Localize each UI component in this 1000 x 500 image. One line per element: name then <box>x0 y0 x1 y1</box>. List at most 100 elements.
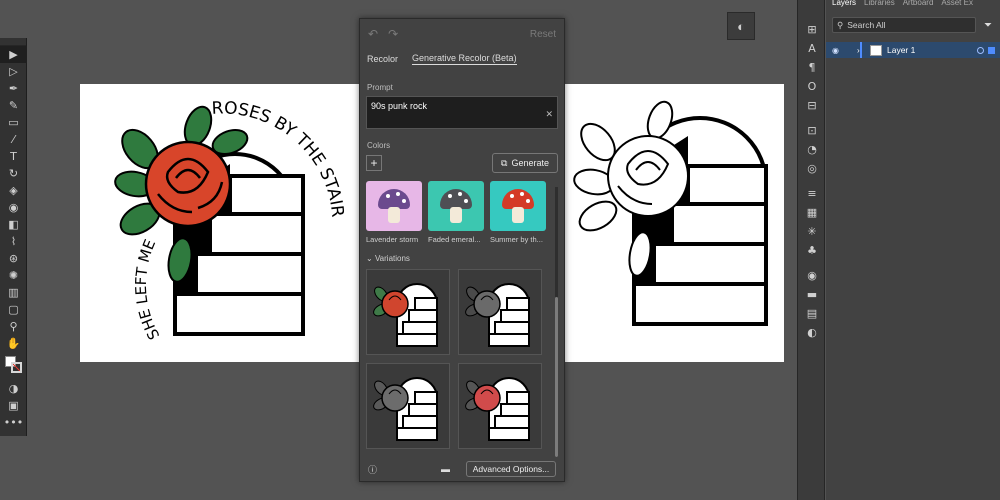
fill-stroke-swatches[interactable] <box>0 352 26 380</box>
search-icon: ⚲ <box>837 19 844 30</box>
brushes-icon[interactable]: ✳ <box>798 222 826 241</box>
advanced-options-button[interactable]: Advanced Options... <box>466 461 556 477</box>
swatches-icon[interactable]: ▦ <box>798 203 826 222</box>
align-icon[interactable]: ⊟ <box>798 96 826 115</box>
cap-dot <box>448 194 452 198</box>
variation-thumbnail[interactable] <box>458 363 542 449</box>
transparency-icon[interactable]: ◔ <box>798 140 826 159</box>
rotate-tool[interactable]: ↻ <box>0 165 27 182</box>
eraser-tool[interactable]: ◈ <box>0 182 27 199</box>
target-icon[interactable] <box>977 46 984 54</box>
generate-label: Generate <box>511 158 549 168</box>
pen-tool[interactable]: ✒ <box>0 80 27 97</box>
layer-thumbnail <box>870 44 882 56</box>
opentype-icon[interactable]: O <box>798 77 826 96</box>
rectangle-tool[interactable]: ▭ <box>0 114 27 131</box>
tab-artboard[interactable]: Artboard <box>903 0 934 10</box>
variation-preview <box>465 283 530 347</box>
color-guide-icon[interactable]: ◉ <box>798 266 826 285</box>
direct-selection-tool[interactable]: ▷ <box>0 63 27 80</box>
variations-scrollbar[interactable] <box>555 187 558 457</box>
pathfinder-icon[interactable]: ⊡ <box>798 121 826 140</box>
layer-row[interactable]: ◉ › Layer 1 <box>826 42 1000 58</box>
variation-thumbnail[interactable] <box>366 363 450 449</box>
artwork-subtitle-curve: SHE LEFT ME <box>132 237 164 343</box>
symbols-icon[interactable]: ♣ <box>798 241 826 260</box>
generate-icon: ⧉ <box>501 157 508 168</box>
layer-name[interactable]: Layer 1 <box>887 45 915 55</box>
sample-thumbnail <box>428 181 484 231</box>
cap-dot <box>458 192 462 196</box>
gradient-icon[interactable]: ▤ <box>798 304 826 323</box>
type-tool[interactable]: T <box>0 148 27 165</box>
more-tools-icon[interactable]: ••• <box>0 414 27 431</box>
folder-icon[interactable]: ▬ <box>441 464 450 474</box>
tab-recolor[interactable]: Recolor <box>367 54 398 64</box>
character-icon[interactable]: A <box>798 39 826 58</box>
floating-panel-icon[interactable]: ◐ <box>727 12 755 40</box>
sample-caption: Summer by th... <box>490 235 543 244</box>
curvature-tool[interactable]: ✎ <box>0 97 27 114</box>
zoom-tool[interactable]: ⚲ <box>0 318 27 335</box>
panel-icon-strip: ⊞ A ¶ O ⊟ ⊡ ◔ ◎ ≡ ▦ ✳ ♣ ◉ ▬ ▤ ◐ <box>797 0 825 500</box>
gradient-tool[interactable]: ◧ <box>0 216 27 233</box>
recolor-panel: ↶ ↷ Reset Recolor Generative Recolor (Be… <box>359 18 565 482</box>
cap-dot <box>396 192 400 196</box>
symbol-sprayer-tool[interactable]: ✺ <box>0 267 27 284</box>
column-graph-tool[interactable]: ▥ <box>0 284 27 301</box>
artboard-lineart <box>560 84 784 362</box>
sample-thumbnail <box>490 181 546 231</box>
generate-button[interactable]: ⧉ Generate <box>492 153 558 173</box>
tab-asset-ex[interactable]: Asset Ex <box>941 0 973 10</box>
appearance-icon[interactable]: ◎ <box>798 159 826 178</box>
layers-icon[interactable]: ◐ <box>798 323 826 342</box>
undo-icon[interactable]: ↶ <box>368 27 378 41</box>
filter-icon[interactable]: ⏷ <box>982 20 994 31</box>
sample-prompt-card[interactable]: Summer by th... <box>490 181 546 244</box>
paintbrush-tool[interactable]: ⁄ <box>0 131 27 148</box>
graphic-styles-icon[interactable]: ≡ <box>798 184 826 203</box>
mushroom-stem <box>388 207 400 223</box>
draw-mode-icon[interactable]: ◑ <box>0 380 27 397</box>
clear-prompt-icon[interactable]: ✕ <box>545 109 553 120</box>
sample-thumbnail <box>366 181 422 231</box>
variation-preview <box>465 377 530 441</box>
blend-tool[interactable]: ⊛ <box>0 250 27 267</box>
prompt-input[interactable]: 90s punk rock ✕ <box>366 96 558 129</box>
colors-label: Colors <box>367 141 391 150</box>
variations-header[interactable]: ⌄ Variations <box>360 254 564 263</box>
sample-prompt-card[interactable]: Lavender storm <box>366 181 422 244</box>
layers-search-input[interactable]: ⚲ Search All <box>832 17 976 33</box>
sample-caption: Faded emeral... <box>428 235 481 244</box>
cap-dot <box>510 194 514 198</box>
tab-generative-recolor[interactable]: Generative Recolor (Beta) <box>412 53 517 65</box>
variation-preview <box>373 283 438 347</box>
hand-tool[interactable]: ✋ <box>0 335 27 352</box>
artboard-tool[interactable]: ▢ <box>0 301 27 318</box>
transform-icon[interactable]: ⊞ <box>798 20 826 39</box>
visibility-eye-icon[interactable]: ◉ <box>832 46 842 55</box>
layers-panel: Layers Libraries Artboard Asset Ex ⚲ Search… <box>826 0 1000 500</box>
scrollbar-thumb[interactable] <box>555 297 558 457</box>
selection-tool[interactable]: ▶ <box>0 46 27 63</box>
stroke-swatch[interactable] <box>11 362 22 373</box>
shape-builder-tool[interactable]: ◉ <box>0 199 27 216</box>
paragraph-icon[interactable]: ¶ <box>798 58 826 77</box>
selection-indicator[interactable] <box>988 46 995 54</box>
artboard-colored: ROSES BY THE STAIRS SHE LEFT ME <box>75 69 362 362</box>
redo-icon[interactable]: ↷ <box>388 27 398 41</box>
toolbar-grip[interactable] <box>0 38 26 46</box>
stroke-icon[interactable]: ▬ <box>798 285 826 304</box>
eyedropper-tool[interactable]: ⌇ <box>0 233 27 250</box>
add-color-button[interactable]: + <box>366 155 382 171</box>
strip-spacer <box>798 0 824 20</box>
reset-button[interactable]: Reset <box>530 29 556 40</box>
sample-prompt-card[interactable]: Faded emeral... <box>428 181 484 244</box>
screen-mode-icon[interactable]: ▣ <box>0 397 27 414</box>
tab-layers[interactable]: Layers <box>832 0 856 10</box>
tab-libraries[interactable]: Libraries <box>864 0 895 10</box>
info-icon[interactable]: ⓘ <box>368 463 377 476</box>
variations-label: Variations <box>374 254 410 263</box>
variation-thumbnail[interactable] <box>458 269 542 355</box>
variation-thumbnail[interactable] <box>366 269 450 355</box>
